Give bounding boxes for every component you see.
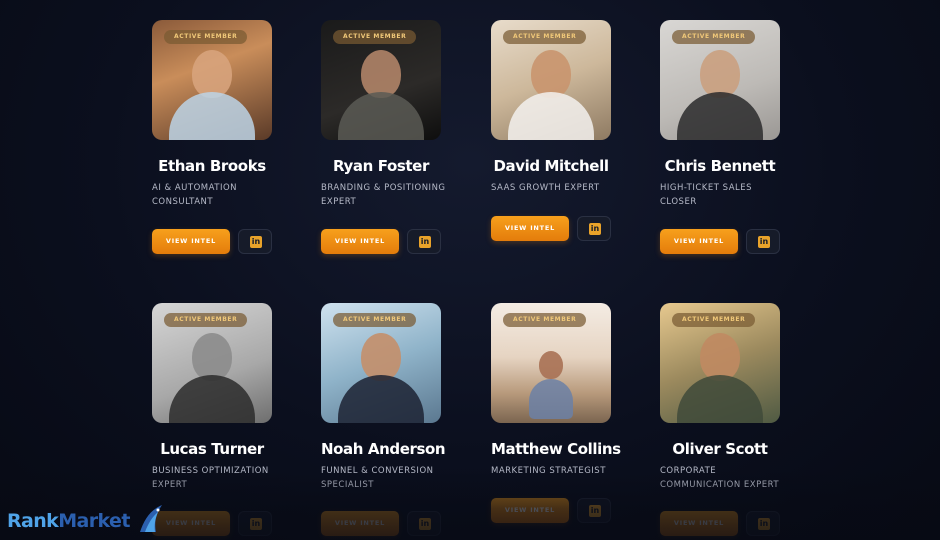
member-photo: ACTIVE MEMBER — [491, 303, 611, 423]
member-role: FUNNEL & CONVERSION SPECIALIST — [321, 466, 434, 490]
member-name: Matthew Collins — [491, 440, 621, 458]
member-role: BRANDING & POSITIONING EXPERT — [321, 183, 446, 207]
active-member-badge: ACTIVE MEMBER — [333, 313, 417, 327]
member-role: MARKETING STRATEGIST — [491, 466, 606, 476]
linkedin-button[interactable]: in — [407, 511, 441, 536]
logo-text-market: Market — [58, 510, 130, 532]
member-role: HIGH-TICKET SALES CLOSER — [660, 183, 753, 207]
view-intel-button[interactable]: VIEW INTEL — [660, 511, 738, 536]
linkedin-icon: in — [419, 236, 431, 248]
member-name: Ryan Foster — [333, 157, 429, 175]
linkedin-icon: in — [758, 518, 770, 530]
linkedin-icon: in — [250, 236, 262, 248]
member-name: Ethan Brooks — [158, 157, 266, 175]
member-name: Lucas Turner — [160, 440, 264, 458]
active-member-badge: ACTIVE MEMBER — [503, 30, 587, 44]
active-member-badge: ACTIVE MEMBER — [164, 313, 248, 327]
linkedin-button[interactable]: in — [746, 229, 780, 254]
member-photo: ACTIVE MEMBER — [321, 20, 441, 140]
linkedin-button[interactable]: in — [577, 216, 611, 241]
active-member-badge: ACTIVE MEMBER — [672, 30, 756, 44]
linkedin-icon: in — [589, 505, 601, 517]
logo-text-rank: Rank — [7, 510, 59, 532]
linkedin-icon: in — [758, 236, 770, 248]
linkedin-button[interactable]: in — [746, 511, 780, 536]
member-name: Chris Bennett — [664, 157, 776, 175]
member-photo: ACTIVE MEMBER — [152, 303, 272, 423]
linkedin-button[interactable]: in — [577, 498, 611, 523]
member-role: SAAS GROWTH EXPERT — [491, 183, 600, 193]
view-intel-button[interactable]: VIEW INTEL — [321, 229, 399, 254]
member-role: AI & AUTOMATION CONSULTANT — [152, 183, 238, 207]
active-member-badge: ACTIVE MEMBER — [164, 30, 248, 44]
member-photo: ACTIVE MEMBER — [152, 20, 272, 140]
member-photo: ACTIVE MEMBER — [321, 303, 441, 423]
active-member-badge: ACTIVE MEMBER — [503, 313, 587, 327]
view-intel-button[interactable]: VIEW INTEL — [321, 511, 399, 536]
view-intel-button[interactable]: VIEW INTEL — [491, 498, 569, 523]
view-intel-button[interactable]: VIEW INTEL — [152, 229, 230, 254]
member-name: Oliver Scott — [672, 440, 768, 458]
rankmarket-logo: RankMarket — [7, 505, 167, 539]
linkedin-icon: in — [250, 518, 262, 530]
member-photo: ACTIVE MEMBER — [660, 20, 780, 140]
member-name: Noah Anderson — [321, 440, 446, 458]
linkedin-button[interactable]: in — [407, 229, 441, 254]
active-member-badge: ACTIVE MEMBER — [672, 313, 756, 327]
member-role: CORPORATE COMMUNICATION EXPERT — [660, 466, 780, 490]
member-photo: ACTIVE MEMBER — [660, 303, 780, 423]
linkedin-icon: in — [589, 223, 601, 235]
shark-fin-icon — [140, 505, 162, 532]
member-name: David Mitchell — [493, 157, 609, 175]
view-intel-button[interactable]: VIEW INTEL — [660, 229, 738, 254]
member-role: BUSINESS OPTIMIZATION EXPERT — [152, 466, 269, 490]
linkedin-button[interactable]: in — [238, 229, 272, 254]
linkedin-icon: in — [419, 518, 431, 530]
linkedin-button[interactable]: in — [238, 511, 272, 536]
view-intel-button[interactable]: VIEW INTEL — [491, 216, 569, 241]
active-member-badge: ACTIVE MEMBER — [333, 30, 417, 44]
member-photo: ACTIVE MEMBER — [491, 20, 611, 140]
